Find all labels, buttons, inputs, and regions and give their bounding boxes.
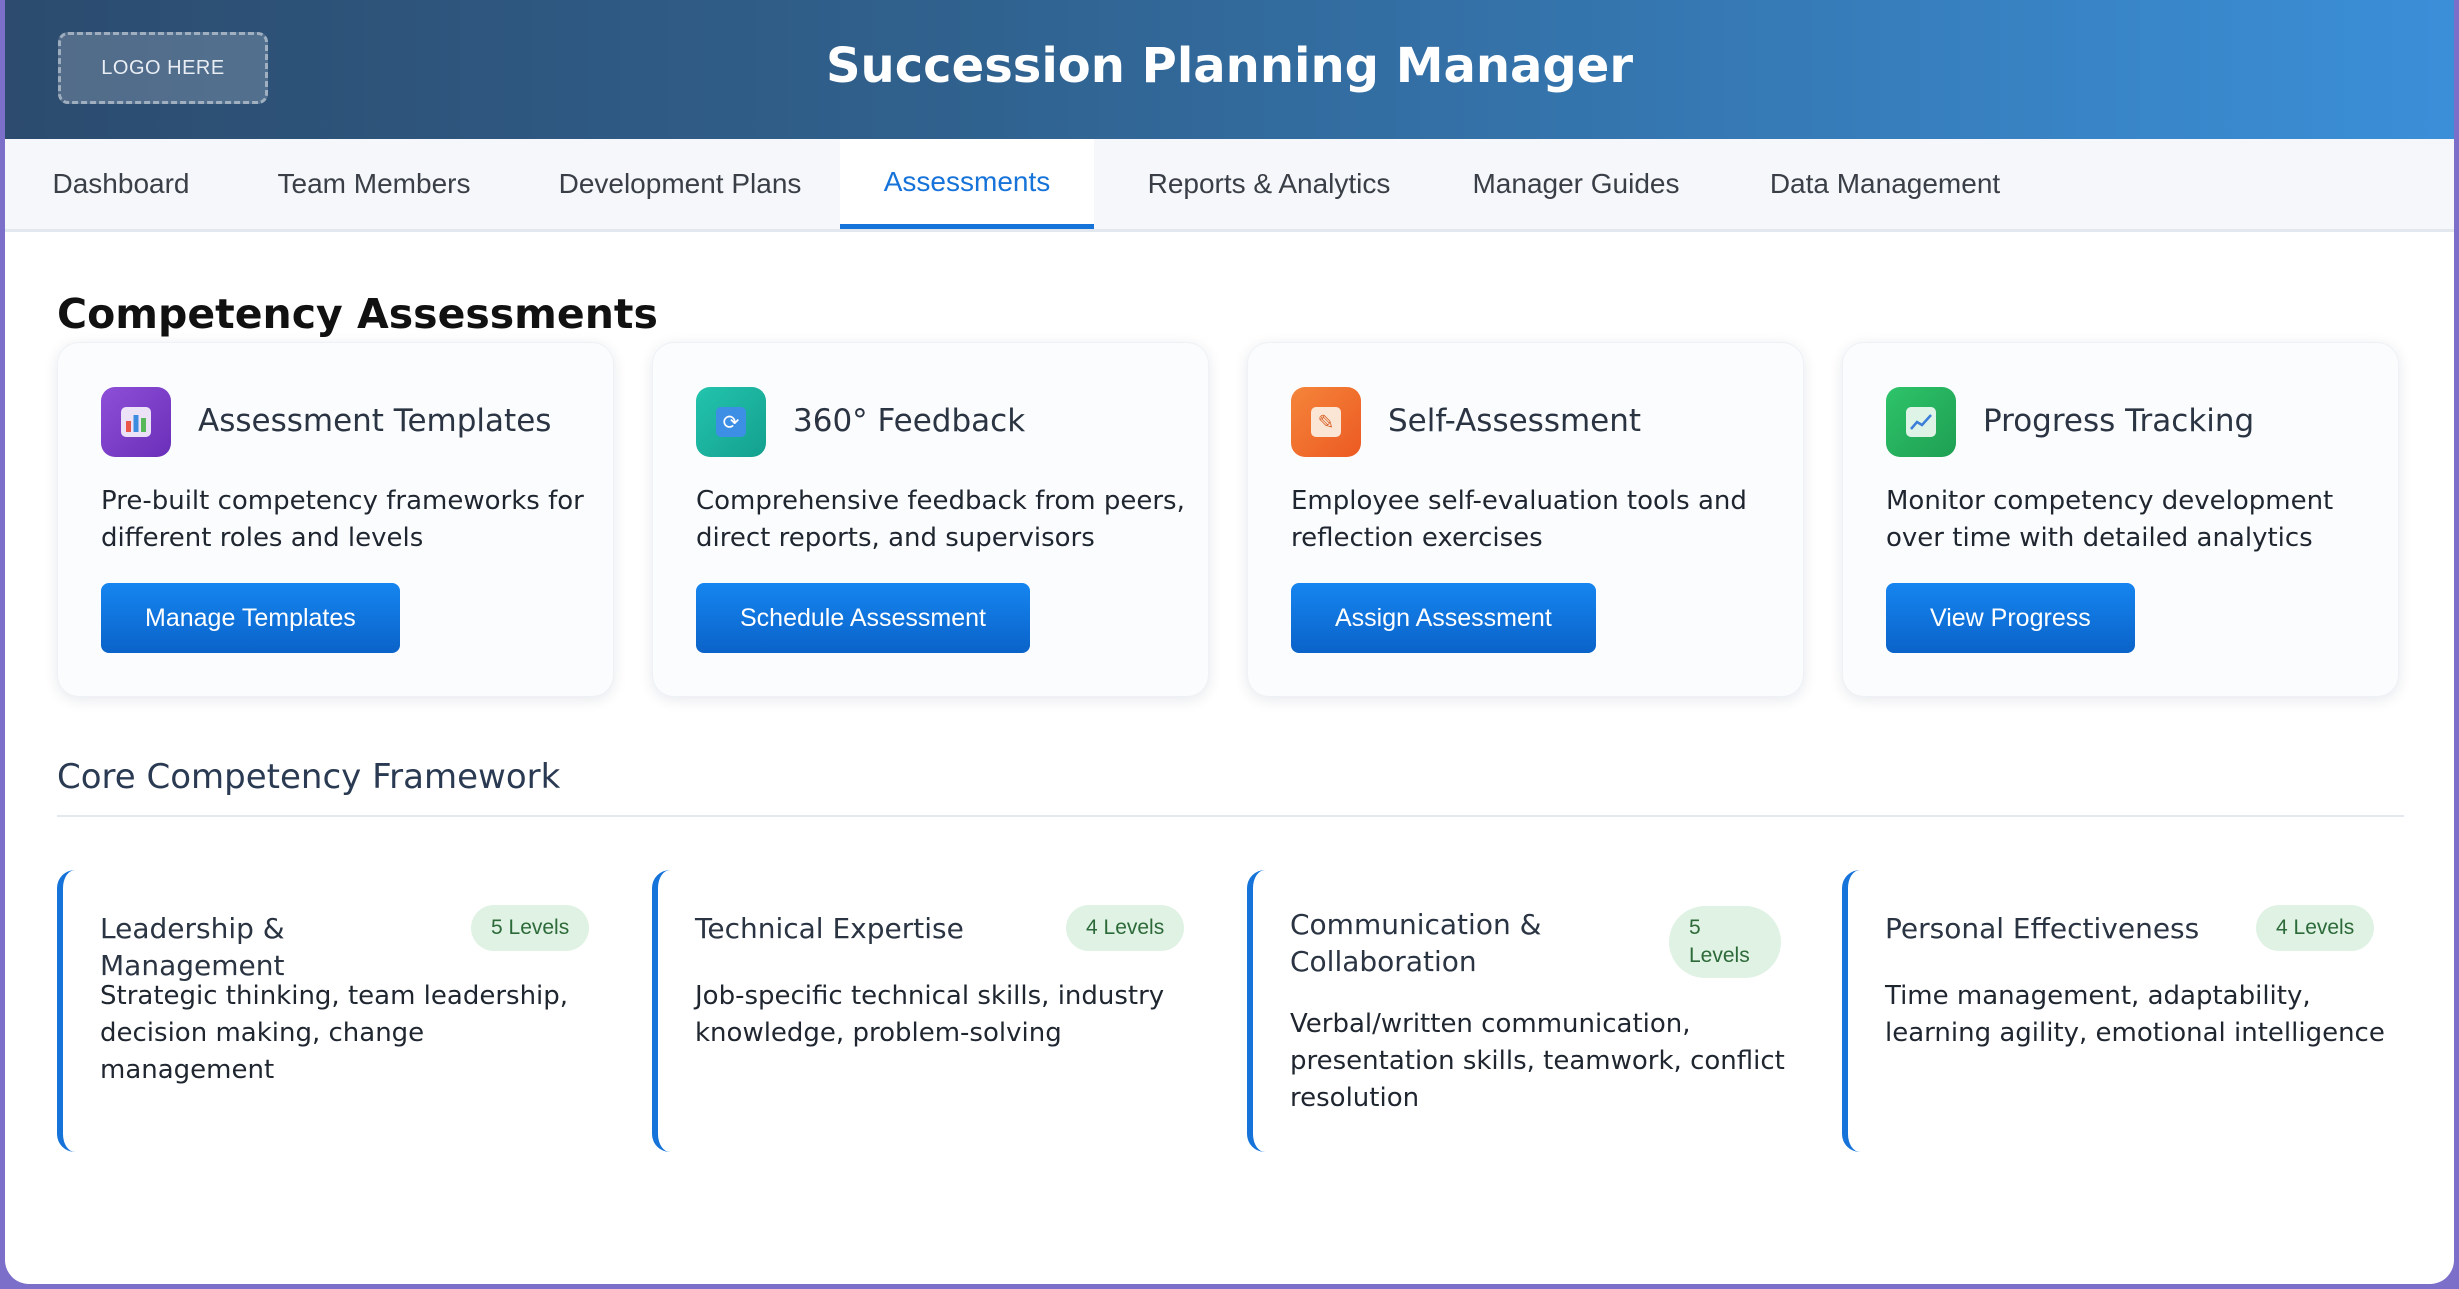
card-title: Self-Assessment xyxy=(1388,403,1642,439)
memo-icon: ✎ xyxy=(1291,387,1361,457)
progress-tracking-card: Progress Tracking Monitor competency dev… xyxy=(1842,342,2399,697)
levels-badge: 4 Levels xyxy=(2256,905,2375,951)
trend-chart-icon xyxy=(1886,387,1956,457)
tab-assessments[interactable]: Assessments xyxy=(840,139,1094,229)
levels-badge: 5 Levels xyxy=(1669,906,1781,978)
competency-description: Verbal/written communication, presentati… xyxy=(1290,1009,1785,1113)
card-description: Employee self-evaluation tools and refle… xyxy=(1291,486,1747,553)
main-nav: Dashboard Team Members Development Plans… xyxy=(5,139,2454,232)
competency-technical: Technical Expertise 4 Levels Job-specifi… xyxy=(652,870,1209,1152)
feedback-360-card: ⟳ 360° Feedback Comprehensive feedback f… xyxy=(652,342,1209,697)
framework-title: Core Competency Framework xyxy=(57,757,561,797)
manage-templates-button[interactable]: Manage Templates xyxy=(101,583,400,653)
tab-reports-analytics[interactable]: Reports & Analytics xyxy=(1119,139,1419,229)
card-description: Comprehensive feedback from peers, direc… xyxy=(696,486,1185,553)
competency-title: Communication & Collaboration xyxy=(1290,908,1542,978)
competency-title: Personal Effectiveness xyxy=(1885,912,2200,945)
schedule-assessment-button[interactable]: Schedule Assessment xyxy=(696,583,1030,653)
bar-chart-icon xyxy=(101,387,171,457)
app-window: LOGO HERE Succession Planning Manager Da… xyxy=(5,0,2454,1284)
card-description: Monitor competency development over time… xyxy=(1886,486,2334,553)
competency-title: Technical Expertise xyxy=(695,912,964,945)
tab-dashboard[interactable]: Dashboard xyxy=(33,139,209,229)
page-title: Competency Assessments xyxy=(57,290,658,338)
card-title: Progress Tracking xyxy=(1983,403,2255,439)
competency-description: Time management, adaptability, learning … xyxy=(1885,981,2385,1048)
competency-description: Strategic thinking, team leadership, dec… xyxy=(100,981,569,1085)
card-title: Assessment Templates xyxy=(198,403,552,439)
tab-manager-guides[interactable]: Manager Guides xyxy=(1451,139,1701,229)
assessment-templates-card: Assessment Templates Pre-built competenc… xyxy=(57,342,614,697)
competency-leadership: Leadership & Management 5 Levels Strateg… xyxy=(57,870,614,1152)
tab-team-members[interactable]: Team Members xyxy=(249,139,499,229)
view-progress-button[interactable]: View Progress xyxy=(1886,583,2135,653)
levels-badge: 5 Levels xyxy=(471,905,590,951)
self-assessment-card: ✎ Self-Assessment Employee self-evaluati… xyxy=(1247,342,1804,697)
card-description: Pre-built competency frameworks for diff… xyxy=(101,486,584,553)
divider xyxy=(57,815,2404,817)
competency-communication: Communication & Collaboration 5 Levels V… xyxy=(1247,870,1804,1152)
assign-assessment-button[interactable]: Assign Assessment xyxy=(1291,583,1596,653)
card-title: 360° Feedback xyxy=(793,403,1026,439)
tab-development-plans[interactable]: Development Plans xyxy=(537,139,823,229)
competency-personal: Personal Effectiveness 4 Levels Time man… xyxy=(1842,870,2399,1152)
app-title: Succession Planning Manager xyxy=(825,38,1634,94)
app-header: LOGO HERE Succession Planning Manager xyxy=(5,0,2454,139)
refresh-icon: ⟳ xyxy=(696,387,766,457)
tab-data-management[interactable]: Data Management xyxy=(1745,139,2025,229)
competency-description: Job-specific technical skills, industry … xyxy=(695,981,1165,1048)
competency-title: Leadership & Management xyxy=(100,912,285,982)
levels-badge: 4 Levels xyxy=(1066,905,1185,951)
